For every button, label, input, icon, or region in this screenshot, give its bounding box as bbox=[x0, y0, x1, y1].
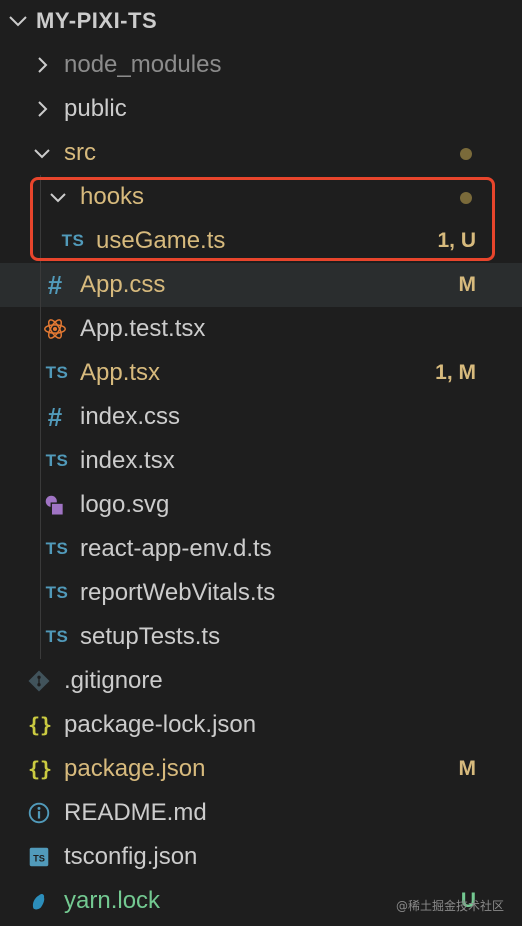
indent-guide bbox=[40, 527, 41, 571]
chevron-right-icon bbox=[38, 101, 48, 117]
tree-item-app-css[interactable]: # App.css M bbox=[0, 263, 522, 307]
indent-guide bbox=[40, 307, 41, 351]
tree-item-label: package.json bbox=[64, 755, 206, 782]
tree-item-label: node_modules bbox=[64, 51, 222, 78]
indent-guide bbox=[40, 395, 41, 439]
modified-dot-icon bbox=[460, 148, 472, 160]
typescript-icon: TS bbox=[61, 231, 85, 250]
tree-item-public[interactable]: public bbox=[0, 87, 522, 131]
tree-item-label: setupTests.ts bbox=[80, 623, 221, 650]
tree-item-label: index.css bbox=[80, 403, 181, 430]
indent-guide bbox=[40, 483, 41, 527]
yarn-icon bbox=[32, 894, 45, 910]
css-hash-icon: # bbox=[47, 269, 63, 300]
tree-item-tsconfig[interactable]: TS tsconfig.json bbox=[0, 835, 522, 879]
explorer-root-header[interactable]: MY-PIXI-TS bbox=[0, 0, 522, 44]
typescript-icon: TS bbox=[45, 363, 69, 382]
indent-guide bbox=[40, 175, 41, 219]
typescript-icon: TS bbox=[45, 539, 69, 558]
indent-guide bbox=[40, 219, 41, 263]
indent-guide bbox=[40, 439, 41, 483]
tree-item-app-tsx[interactable]: TS App.tsx 1, M bbox=[0, 351, 522, 395]
modified-dot-icon bbox=[460, 192, 472, 204]
git-status-badge: M bbox=[458, 757, 477, 780]
tree-item-setup-tests[interactable]: TS setupTests.ts bbox=[0, 615, 522, 659]
tree-item-report-web-vitals[interactable]: TS reportWebVitals.ts bbox=[0, 571, 522, 615]
tree-item-label: App.css bbox=[80, 271, 166, 298]
chevron-down-icon bbox=[34, 149, 50, 159]
chevron-right-icon bbox=[38, 57, 48, 73]
typescript-icon: TS bbox=[45, 451, 69, 470]
indent-guide bbox=[40, 351, 41, 395]
git-icon bbox=[28, 670, 50, 692]
tree-item-gitignore[interactable]: .gitignore bbox=[0, 659, 522, 703]
typescript-icon: TS bbox=[45, 627, 69, 646]
svg-image-icon bbox=[45, 495, 65, 516]
file-explorer: MY-PIXI-TS node_modules public src hooks… bbox=[0, 0, 522, 926]
indent-guide bbox=[40, 615, 41, 659]
tsconfig-icon: TS bbox=[29, 847, 49, 867]
tree-item-label: tsconfig.json bbox=[64, 843, 198, 870]
tree-item-label: useGame.ts bbox=[96, 227, 226, 254]
tree-item-package-lock[interactable]: {} package-lock.json bbox=[0, 703, 522, 747]
tree-item-label: hooks bbox=[80, 183, 145, 210]
tree-item-index-css[interactable]: # index.css bbox=[0, 395, 522, 439]
tree-item-package-json[interactable]: {} package.json M bbox=[0, 747, 522, 791]
svg-text:TS: TS bbox=[33, 854, 45, 864]
tree-item-react-app-env[interactable]: TS react-app-env.d.ts bbox=[0, 527, 522, 571]
tree-item-label: package-lock.json bbox=[64, 711, 257, 738]
git-status-badge: 1, M bbox=[435, 361, 476, 384]
chevron-down-icon bbox=[50, 193, 66, 203]
react-icon bbox=[44, 319, 66, 339]
tree-item-label: .gitignore bbox=[64, 667, 163, 694]
indent-guide bbox=[40, 263, 41, 307]
tree-item-label: README.md bbox=[64, 799, 207, 826]
explorer-root-title: MY-PIXI-TS bbox=[36, 8, 158, 33]
tree-item-index-tsx[interactable]: TS index.tsx bbox=[0, 439, 522, 483]
typescript-icon: TS bbox=[45, 583, 69, 602]
tree-item-label: public bbox=[64, 95, 127, 122]
chevron-down-icon bbox=[9, 16, 27, 27]
info-icon bbox=[28, 802, 50, 824]
tree-item-label: App.test.tsx bbox=[80, 315, 206, 342]
tree-item-usegame-ts[interactable]: TS useGame.ts 1, U bbox=[0, 219, 522, 263]
git-status-badge: 1, U bbox=[437, 229, 476, 252]
tree-item-label: App.tsx bbox=[80, 359, 161, 386]
tree-item-label: react-app-env.d.ts bbox=[80, 535, 272, 562]
indent-guide bbox=[40, 571, 41, 615]
tree-item-hooks[interactable]: hooks bbox=[0, 175, 522, 219]
tree-item-label: src bbox=[64, 139, 96, 166]
css-hash-icon: # bbox=[47, 401, 63, 432]
tree-item-label: logo.svg bbox=[80, 491, 170, 518]
tree-item-src[interactable]: src bbox=[0, 131, 522, 175]
tree-item-logo-svg[interactable]: logo.svg bbox=[0, 483, 522, 527]
json-braces-icon: {} bbox=[27, 713, 53, 737]
json-braces-icon: {} bbox=[27, 757, 53, 781]
tree-item-app-test-tsx[interactable]: App.test.tsx bbox=[0, 307, 522, 351]
tree-item-label: index.tsx bbox=[80, 447, 175, 474]
tree-item-label: yarn.lock bbox=[64, 887, 161, 914]
tree-item-node-modules[interactable]: node_modules bbox=[0, 43, 522, 87]
tree-item-label: reportWebVitals.ts bbox=[80, 579, 276, 606]
tree-item-readme[interactable]: README.md bbox=[0, 791, 522, 835]
watermark-text: @稀土掘金技术社区 bbox=[395, 899, 504, 913]
git-status-badge: M bbox=[458, 273, 477, 296]
